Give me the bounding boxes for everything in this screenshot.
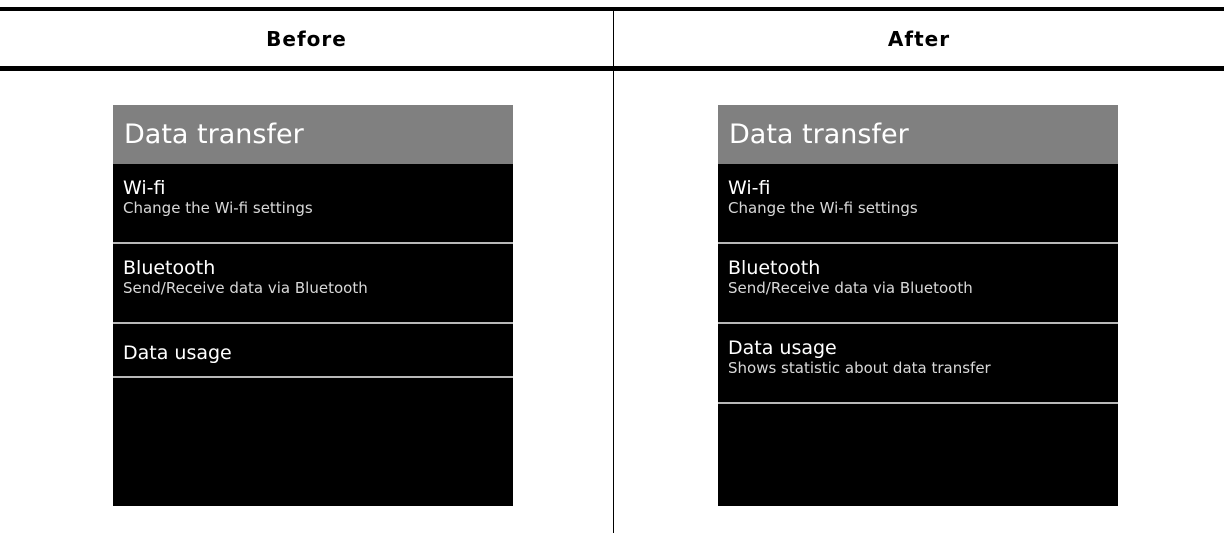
list-item-description: Send/Receive data via Bluetooth <box>728 279 973 297</box>
list-item-title: Bluetooth <box>123 257 216 279</box>
column-divider <box>613 11 614 533</box>
list-item-wifi[interactable]: Wi-fi Change the Wi-fi settings <box>113 164 513 244</box>
list-item-description: Change the Wi-fi settings <box>728 199 918 217</box>
list-item-title: Wi-fi <box>123 177 166 199</box>
list-item-data-usage[interactable]: Data usage <box>113 324 513 378</box>
list-item-description: Shows statistic about data transfer <box>728 359 991 377</box>
list-item-data-usage[interactable]: Data usage Shows statistic about data tr… <box>718 324 1118 404</box>
list-item-wifi[interactable]: Wi-fi Change the Wi-fi settings <box>718 164 1118 244</box>
list-item-bluetooth[interactable]: Bluetooth Send/Receive data via Bluetoot… <box>718 244 1118 324</box>
list-item-title: Data usage <box>123 342 232 364</box>
before-screen: Data transfer Wi-fi Change the Wi-fi set… <box>113 105 513 506</box>
screen-title: Data transfer <box>718 105 1118 164</box>
list-item-title: Data usage <box>728 337 837 359</box>
list-item-title: Wi-fi <box>728 177 771 199</box>
after-screen: Data transfer Wi-fi Change the Wi-fi set… <box>718 105 1118 506</box>
column-header-after: After <box>887 26 951 51</box>
list-item-description: Change the Wi-fi settings <box>123 199 313 217</box>
column-header-before: Before <box>266 26 347 51</box>
list-item-description: Send/Receive data via Bluetooth <box>123 279 368 297</box>
list-item-bluetooth[interactable]: Bluetooth Send/Receive data via Bluetoot… <box>113 244 513 324</box>
list-item-title: Bluetooth <box>728 257 821 279</box>
header-rule <box>0 66 1224 71</box>
screen-title: Data transfer <box>113 105 513 164</box>
